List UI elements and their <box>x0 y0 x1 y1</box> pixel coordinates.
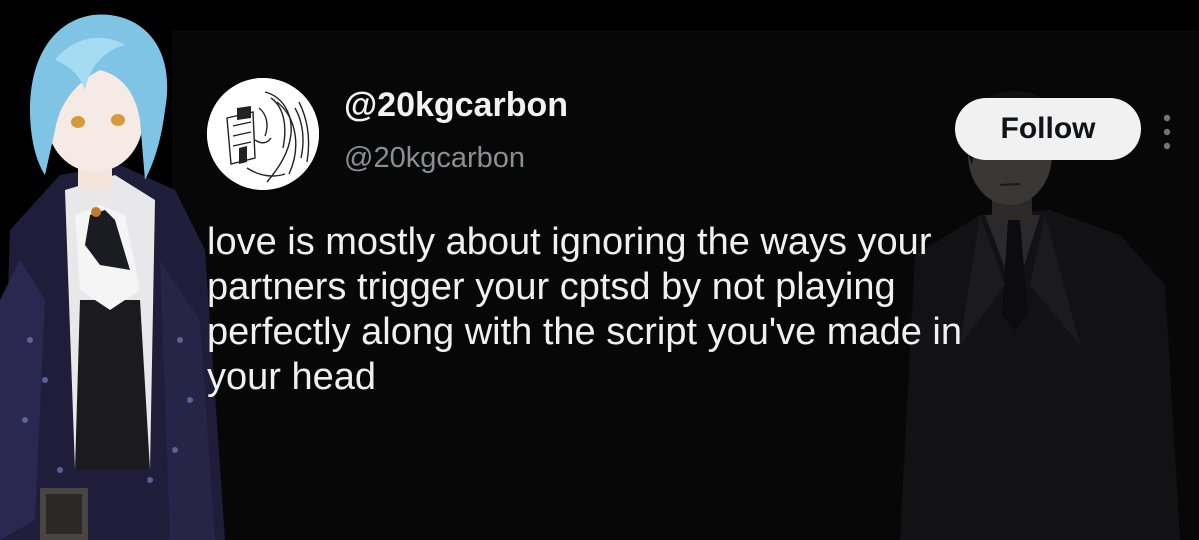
meme-scene: @20kgcarbon @20kgcarbon Follow love is m… <box>0 0 1199 540</box>
avatar[interactable] <box>207 78 319 190</box>
tweet-text: love is mostly about ignoring the ways y… <box>207 221 962 398</box>
display-name[interactable]: @20kgcarbon <box>344 85 568 125</box>
user-handle[interactable]: @20kgcarbon <box>344 140 525 176</box>
more-vertical-icon[interactable] <box>1160 112 1174 152</box>
follow-button[interactable]: Follow <box>955 98 1141 160</box>
blue-hair-character-illustration <box>0 14 225 540</box>
avatar-sketch-image <box>207 78 319 190</box>
